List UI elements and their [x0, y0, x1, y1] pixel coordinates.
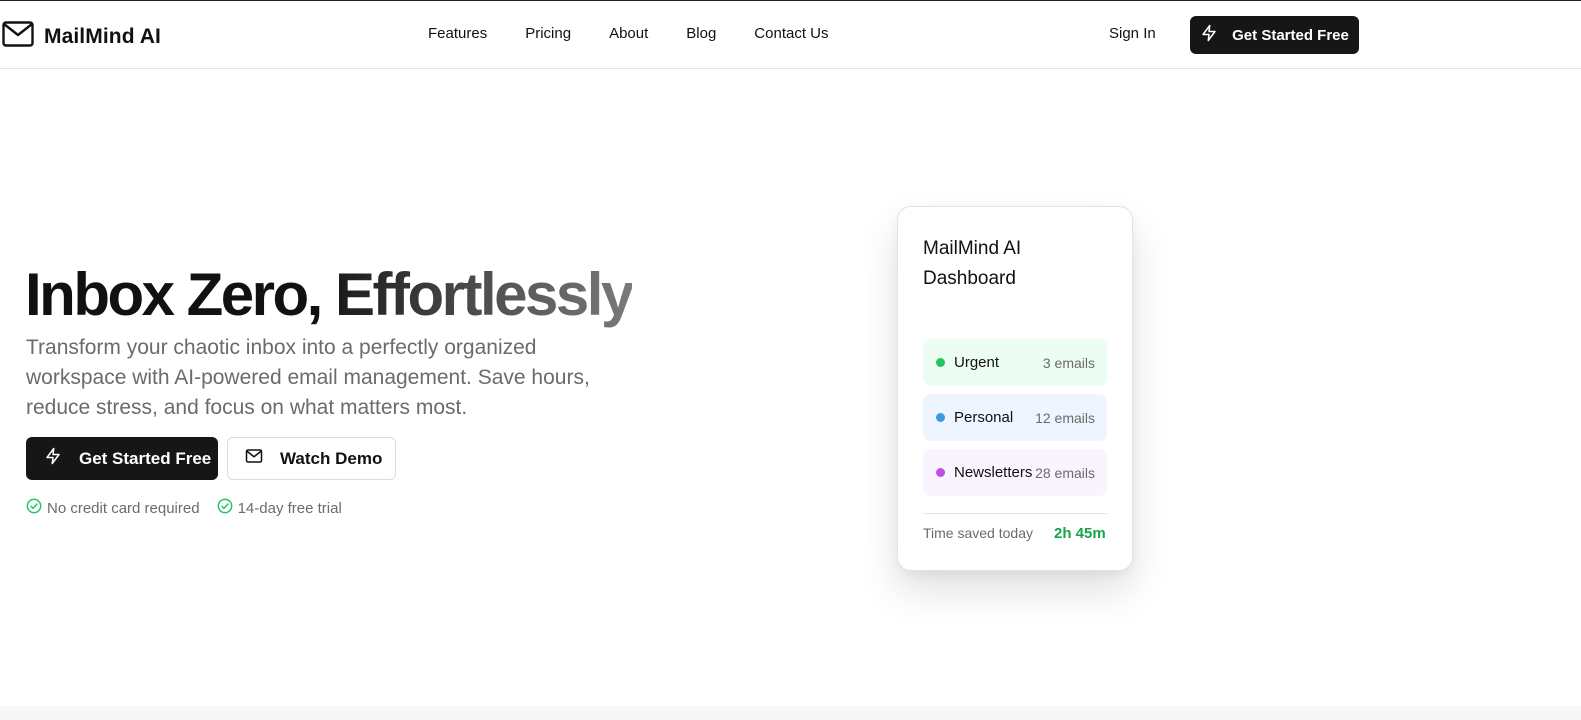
perks-list: No credit card required 14-day free tria…: [26, 498, 342, 518]
get-started-button[interactable]: Get Started Free: [26, 437, 218, 480]
main-nav: Features Pricing About Blog Contact Us: [428, 25, 867, 42]
watch-demo-button[interactable]: Watch Demo: [227, 437, 396, 480]
check-circle-icon: [217, 498, 233, 518]
nav-item-features[interactable]: Features: [428, 25, 487, 42]
category-row-personal[interactable]: Personal 12 emails: [923, 394, 1107, 441]
category-label: Urgent: [954, 354, 1000, 371]
hero-title-part1: Inbox Zero,: [25, 261, 323, 328]
perk-item: 14-day free trial: [217, 498, 342, 518]
hero-subtitle: Transform your chaotic inbox into a perf…: [26, 336, 590, 419]
perk-text: 14-day free trial: [237, 499, 342, 517]
time-saved-label: Time saved today: [923, 525, 1033, 541]
sign-in-link[interactable]: Sign In: [1109, 25, 1156, 42]
mail-icon: [2, 21, 34, 52]
lightning-icon: [1200, 24, 1218, 46]
category-label: Newsletters: [954, 464, 1033, 481]
time-saved-value: 2h 45m: [1054, 525, 1106, 542]
category-count: 3 emails: [1042, 354, 1095, 371]
lightning-icon: [44, 447, 62, 470]
divider: [923, 513, 1107, 514]
category-count: 28 emails: [1035, 464, 1095, 481]
status-dot: [936, 468, 945, 477]
watch-demo-label: Watch Demo: [280, 448, 383, 468]
brand-logo[interactable]: MailMind AI: [2, 21, 161, 52]
hero-title: Inbox Zero, Effortlessly: [25, 258, 634, 332]
next-section-edge: [0, 706, 1581, 720]
perk-text: No credit card required: [47, 499, 200, 517]
nav-item-contact-us[interactable]: Contact Us: [754, 25, 828, 42]
nav-item-blog[interactable]: Blog: [686, 25, 716, 42]
site-header: MailMind AI Features Pricing About Blog …: [0, 1, 1581, 69]
mail-icon: [245, 448, 263, 469]
category-label: Personal: [954, 409, 1014, 426]
dashboard-title: MailMind AI Dashboard: [923, 238, 1022, 289]
check-circle-icon: [26, 498, 42, 518]
category-row-urgent[interactable]: Urgent 3 emails: [923, 339, 1107, 386]
perk-item: No credit card required: [26, 498, 200, 518]
hero-title-part2: Effortlessly: [335, 261, 634, 328]
status-dot: [936, 358, 945, 367]
category-row-newsletters[interactable]: Newsletters 28 emails: [923, 449, 1107, 496]
status-dot: [936, 413, 945, 422]
header-get-started-button[interactable]: Get Started Free: [1190, 16, 1359, 54]
brand-name: MailMind AI: [44, 24, 161, 48]
get-started-label: Get Started Free: [79, 448, 212, 468]
nav-item-pricing[interactable]: Pricing: [525, 25, 571, 42]
nav-item-about[interactable]: About: [609, 25, 648, 42]
header-get-started-label: Get Started Free: [1232, 26, 1349, 44]
dashboard-card: MailMind AI Dashboard Urgent 3 emails Pe…: [897, 206, 1133, 571]
category-count: 12 emails: [1035, 409, 1095, 426]
